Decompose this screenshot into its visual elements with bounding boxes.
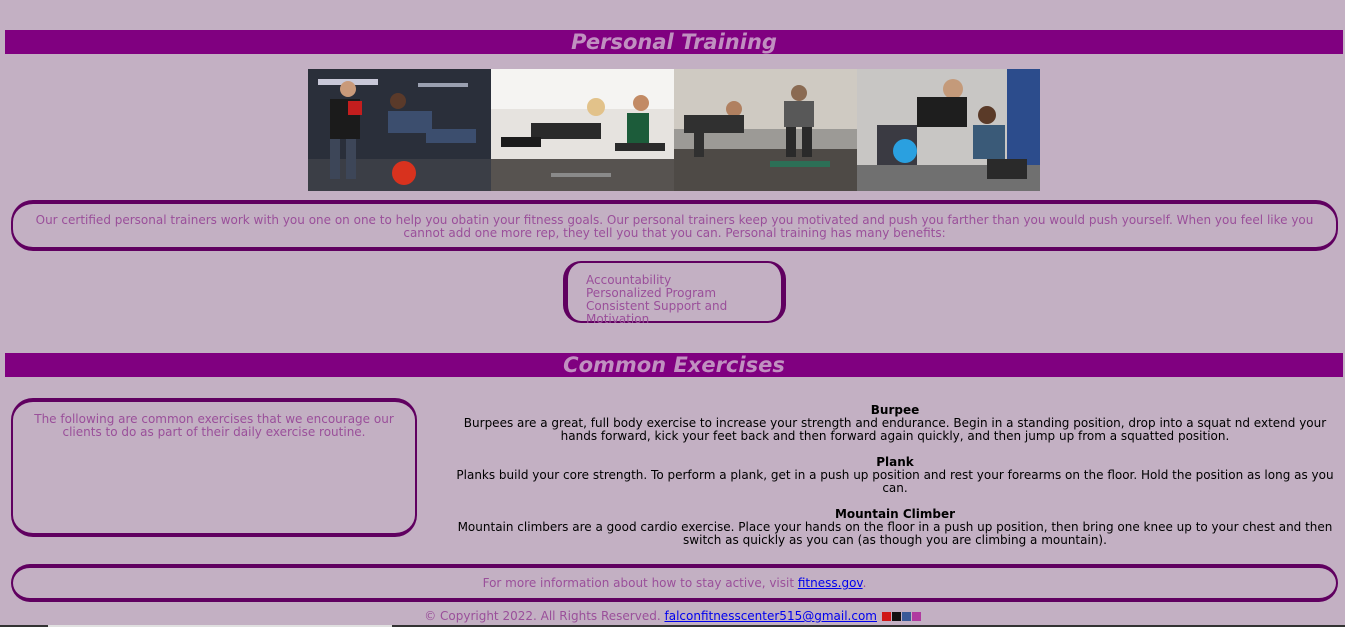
more-info-prefix: For more information about how to stay a… [482,576,798,590]
email-link[interactable]: falconfitnesscenter515@gmail.com [664,609,877,623]
benefit-item: Consistent Support and Motivation [586,299,728,326]
exercise-item-mountain-climber: Mountain Climber Mountain climbers are a… [445,508,1345,547]
benefits-list: Accountability Personalized Program Cons… [586,274,781,326]
exercises-intro-text: The following are common exercises that … [34,412,394,439]
intro-text: Our certified personal trainers work wit… [35,213,1314,240]
exercise-description: Mountain climbers are a good cardio exer… [457,520,1333,547]
exercises-intro-panel: The following are common exercises that … [11,398,417,537]
facebook-icon[interactable] [901,612,911,621]
instagram-icon[interactable] [911,612,921,621]
more-info-panel: For more information about how to stay a… [11,564,1338,602]
intro-panel: Our certified personal trainers work wit… [11,200,1338,251]
common-exercises-heading: Common Exercises [5,353,1343,377]
exercise-item-plank: Plank Planks build your core strength. T… [445,456,1345,495]
plank-class-photo [491,69,674,191]
page: Personal Training Our certified personal… [0,0,1345,627]
kettlebell-row-photo [857,69,1040,191]
personal-training-heading: Personal Training [5,30,1343,54]
copyright-text: © Copyright 2022. All Rights Reserved. [424,609,661,623]
exercise-list: Burpee Burpees are a great, full body ex… [445,404,1345,560]
benefits-panel: Accountability Personalized Program Cons… [563,261,786,326]
exercise-description: Planks build your core strength. To perf… [456,468,1334,495]
footer: © Copyright 2022. All Rights Reserved. f… [0,610,1345,623]
exercise-item-burpee: Burpee Burpees are a great, full body ex… [445,404,1345,443]
pushup-training-photo [674,69,857,191]
tiktok-icon[interactable] [891,612,901,621]
youtube-icon[interactable] [881,612,891,621]
fitness-gov-link[interactable]: fitness.gov [798,576,863,590]
trainer-medicine-ball-photo [308,69,491,191]
exercise-description: Burpees are a great, full body exercise … [463,416,1327,443]
training-photo-strip [308,69,1041,191]
more-info-suffix: . [862,576,867,590]
